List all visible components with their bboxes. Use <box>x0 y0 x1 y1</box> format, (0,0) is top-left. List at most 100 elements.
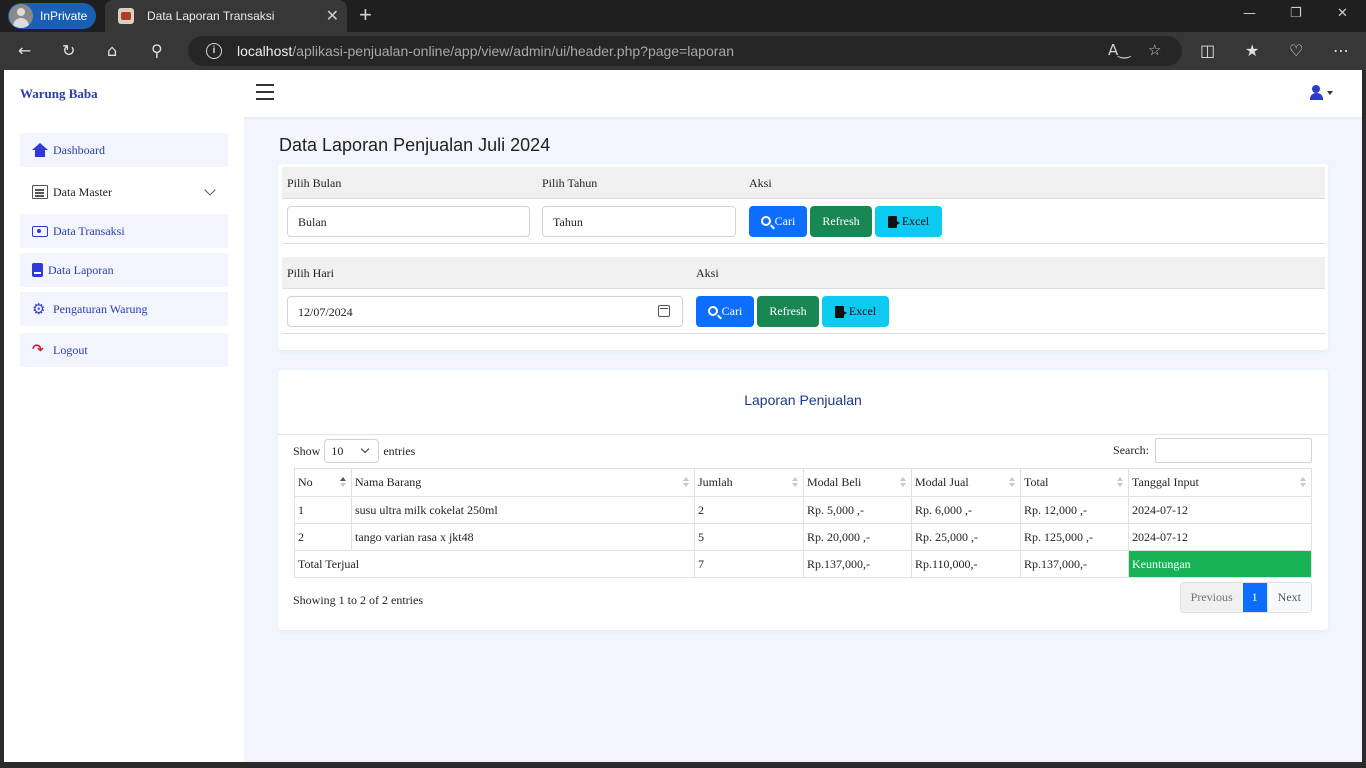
browser-tab-bar: InPrivate Data Laporan Transaksi ✕ + — ❐… <box>0 0 1366 32</box>
tab-close-icon[interactable]: ✕ <box>326 6 339 26</box>
search-icon <box>760 215 771 226</box>
sort-icon <box>1009 477 1015 489</box>
day-excel-button[interactable]: Excel <box>822 296 889 327</box>
menu-toggle-icon[interactable] <box>256 84 274 100</box>
cari-label: Cari <box>774 214 796 228</box>
column-header-total[interactable]: Total <box>1020 468 1129 497</box>
web-page: Warung Baba Dashboard Data Master Data T… <box>4 70 1362 762</box>
address-bar: ← ↻ ⌂ ⚲ i localhost/aplikasi-penjualan-o… <box>0 32 1366 70</box>
sidebar-item-dashboard[interactable]: Dashboard <box>20 133 228 167</box>
total-modal-beli: Rp.137,000,- <box>803 550 912 578</box>
calendar-icon[interactable] <box>658 305 670 317</box>
favorite-icon[interactable]: ☆ <box>1148 41 1161 59</box>
browser-essentials-icon[interactable]: ♡ <box>1289 41 1303 61</box>
column-header-modal-jual[interactable]: Modal Jual <box>911 468 1021 497</box>
url-text: localhost/aplikasi-penjualan-online/app/… <box>237 43 734 59</box>
sort-asc-icon <box>340 477 346 489</box>
url-path: /aplikasi-penjualan-online/app/view/admi… <box>292 43 734 59</box>
user-icon <box>1312 85 1320 93</box>
pagination: Previous 1 Next <box>1179 582 1312 613</box>
month-excel-button[interactable]: Excel <box>875 206 942 237</box>
favicon-icon <box>118 8 134 24</box>
site-info-icon[interactable]: i <box>206 43 222 59</box>
date-value: 12/07/2024 <box>298 305 353 319</box>
date-input[interactable]: 12/07/2024 <box>287 296 683 327</box>
url-field[interactable]: i localhost/aplikasi-penjualan-online/ap… <box>188 36 1182 66</box>
month-refresh-button[interactable]: Refresh <box>810 206 872 237</box>
browser-tab[interactable]: Data Laporan Transaksi ✕ <box>105 0 347 32</box>
search-icon <box>707 305 718 316</box>
entries-length-control: Show 10 entries <box>293 439 415 463</box>
back-icon[interactable]: ← <box>18 41 31 61</box>
day-cari-button[interactable]: Cari <box>696 296 754 327</box>
home-icon[interactable]: ⌂ <box>107 41 117 61</box>
cell-tanggal-input: 2024-07-12 <box>1128 496 1312 524</box>
table-footer-row: Total Terjual 7 Rp.137,000,- Rp.110,000,… <box>294 550 1312 578</box>
column-header-nama-barang[interactable]: Nama Barang <box>351 468 695 497</box>
search-icon[interactable]: ⚲ <box>151 41 163 61</box>
col-pilih-hari: Pilih Hari <box>287 266 334 280</box>
gear-icon: ⚙ <box>32 300 46 318</box>
inprivate-label: InPrivate <box>40 9 88 23</box>
favorites-icon[interactable]: ★ <box>1245 41 1259 61</box>
col-pilih-bulan: Pilih Bulan <box>287 176 342 190</box>
new-tab-icon[interactable]: + <box>359 4 372 26</box>
month-cari-button[interactable]: Cari <box>749 206 807 237</box>
column-header-jumlah[interactable]: Jumlah <box>694 468 804 497</box>
sidebar-item-pengaturan-warung[interactable]: ⚙ Pengaturan Warung <box>20 292 228 326</box>
sidebar-item-data-laporan[interactable]: Data Laporan <box>20 253 228 287</box>
split-screen-icon[interactable]: ◫ <box>1200 41 1215 61</box>
sidebar-item-logout[interactable]: ↷ Logout <box>20 333 228 367</box>
brand-logo[interactable]: Warung Baba <box>20 86 98 102</box>
user-menu[interactable] <box>1310 85 1338 103</box>
cell-modal-jual: Rp. 25,000 ,- <box>911 523 1021 551</box>
cell-total: Rp. 125,000 ,- <box>1020 523 1129 551</box>
page-1-button[interactable]: 1 <box>1242 583 1267 612</box>
cari-label: Cari <box>721 304 743 318</box>
year-select[interactable]: Tahun <box>542 206 736 237</box>
sort-icon <box>792 477 798 489</box>
cell-modal-beli: Rp. 20,000 ,- <box>803 523 912 551</box>
table-search-input[interactable] <box>1155 438 1312 463</box>
col-aksi: Aksi <box>696 266 719 280</box>
window-close-icon[interactable]: ✕ <box>1337 6 1348 21</box>
keuntungan-badge: Keuntungan <box>1128 550 1312 578</box>
sidebar: Dashboard Data Master Data Transaksi Dat… <box>4 117 244 762</box>
column-header-no[interactable]: No <box>294 468 352 497</box>
entries-select[interactable]: 10 <box>324 439 380 463</box>
col-aksi: Aksi <box>749 176 772 190</box>
total-total: Rp.137,000,- <box>1020 550 1129 578</box>
table-search-control: Search: <box>1113 438 1312 463</box>
report-card: Laporan Penjualan Show 10 entries Search… <box>278 370 1328 630</box>
sidebar-item-data-transaksi[interactable]: Data Transaksi <box>20 214 228 248</box>
month-select[interactable]: Bulan <box>287 206 530 237</box>
page-title: Data Laporan Penjualan Juli 2024 <box>279 135 551 155</box>
tab-title: Data Laporan Transaksi <box>147 9 275 23</box>
total-terjual-label: Total Terjual <box>294 550 695 578</box>
day-refresh-button[interactable]: Refresh <box>757 296 819 327</box>
cell-modal-beli: Rp. 5,000 ,- <box>803 496 912 524</box>
refresh-icon[interactable]: ↻ <box>62 41 75 61</box>
total-jumlah: 7 <box>694 550 804 578</box>
sidebar-item-label: Data Laporan <box>48 262 114 277</box>
inprivate-badge[interactable]: InPrivate <box>8 3 96 29</box>
report-table: No Nama Barang Jumlah Modal Beli Modal J… <box>294 468 1312 578</box>
day-filter-header: Pilih Hari Aksi <box>282 257 1325 289</box>
read-aloud-icon[interactable]: A‿ <box>1108 41 1130 59</box>
cell-jumlah: 5 <box>694 523 804 551</box>
sort-icon <box>1117 477 1123 489</box>
column-header-tanggal-input[interactable]: Tanggal Input <box>1128 468 1312 497</box>
minimize-icon[interactable]: — <box>1243 6 1256 21</box>
sort-icon <box>683 477 689 489</box>
column-header-modal-beli[interactable]: Modal Beli <box>803 468 912 497</box>
profile-avatar-icon <box>9 4 33 28</box>
url-host: localhost <box>237 43 293 59</box>
restore-icon[interactable]: ❐ <box>1290 6 1302 21</box>
table-header-row: No Nama Barang Jumlah Modal Beli Modal J… <box>294 468 1312 497</box>
sort-icon <box>900 477 906 489</box>
previous-button[interactable]: Previous <box>1180 583 1243 612</box>
more-icon[interactable]: ⋯ <box>1333 41 1349 61</box>
sidebar-item-data-master[interactable]: Data Master <box>20 175 228 209</box>
next-button[interactable]: Next <box>1266 583 1311 612</box>
month-filter-header: Pilih Bulan Pilih Tahun Aksi <box>282 167 1325 199</box>
